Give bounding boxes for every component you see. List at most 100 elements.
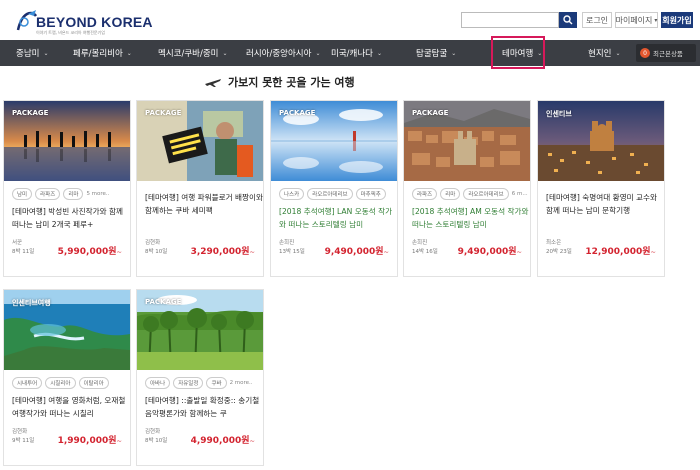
price-suffix: ~ [516,248,522,256]
product-image[interactable]: PACKAGE [404,101,530,181]
nav-item-mexico-cuba[interactable]: 멕시코/쿠바/중미 ⌄ [158,40,228,66]
product-image[interactable]: PACKAGE [137,101,263,181]
nav-item-latin-america[interactable]: 중남미 ⌄ [16,40,49,66]
nav-item-label: 탐굴탐굴 [416,49,448,59]
tag[interactable]: 아바나 [145,377,171,389]
product-badge: PACKAGE [145,109,182,117]
price-value: 9,490,000원 [457,247,517,257]
tag[interactable]: 자유일정 [173,377,204,389]
tag[interactable]: 리마 [63,188,84,200]
search-input[interactable] [461,12,559,28]
search-button[interactable] [559,12,577,28]
nav-item-label: 멕시코/쿠바/중미 [158,49,219,59]
product-title[interactable]: [테마여행] 여행 파워블로거 배짱이와 함께하는 쿠바 세미팩 [145,191,263,217]
product-image[interactable]: 인센티브 [538,101,664,181]
price-suffix: ~ [383,248,389,256]
nav-item-local[interactable]: 현지인 ⌄ [588,40,621,66]
chevron-down-icon: ⌄ [451,49,457,57]
price-value: 12,900,000원 [585,247,651,257]
logo-subtitle: 이야기 트랩, 비욘드 코리아 여행전문기업 [36,30,105,35]
product-agent: 김현화 [145,429,161,435]
tag[interactable]: 쿠바 [206,377,227,389]
price-value: 3,290,000원 [190,247,250,257]
product-agent: 서꾼 [12,240,23,246]
tag-more[interactable]: 2 more.. [230,380,253,386]
price-suffix: ~ [249,248,255,256]
section-title: 가보지 못한 곳을 가는 여행 [204,74,355,90]
product-image[interactable]: PACKAGE [137,290,263,370]
product-title[interactable]: [테마여행] ::출발일 확정중:: 송기철 음악평론가와 함께하는 쿠 [145,394,263,420]
tag[interactable]: 라오르아데리브 [463,188,509,200]
product-price: 3,290,000원~ [191,244,255,257]
chevron-down-icon: ⌄ [43,49,49,57]
tag[interactable]: 라오르아데리브 [307,188,353,200]
tag[interactable]: 나스카 [279,188,305,200]
product-badge: PACKAGE [12,109,49,117]
product-badge: PACKAGE [145,298,182,306]
price-suffix: ~ [650,248,656,256]
tag[interactable]: 라파즈 [35,188,61,200]
mypage-dropdown[interactable]: 마이페이지 ▾ [615,12,658,28]
tag-list: 아바나 자유일정 쿠바 2 more.. [145,377,261,389]
tag-list: 나스카 라오르아데리브 마추픽추 [279,188,395,200]
product-title[interactable]: [테마여행] 숙명여대 황영미 교수와 함께 떠나는 남미 문학기행 [546,191,664,217]
product-card[interactable]: PACKAGE 라파즈 리마 라오르아데리브 6 m... [2018 추석여행… [403,100,531,277]
product-badge: 인센티브 [546,110,572,118]
recent-products-button[interactable]: 0 최근본상품 [636,44,696,62]
nav-item-theme-travel[interactable]: 테마여행 ⌄ [502,40,542,66]
search-icon [563,15,573,25]
product-duration: 9박 11일 [12,438,35,444]
product-duration: 20박 23일 [546,249,572,255]
site-logo[interactable]: BEYOND KOREA 이야기 트랩, 비욘드 코리아 여행전문기업 [14,8,153,36]
tag[interactable]: 이탈리아 [78,377,109,389]
login-link[interactable]: 로그인 [582,12,612,28]
tag[interactable]: 남미 [12,188,33,200]
nav-item-peru-bolivia[interactable]: 페루/볼리비아 ⌄ [73,40,132,66]
product-card[interactable]: PACKAGE [테마여행] 여행 파워블로거 배짱이와 함께하는 쿠바 세미팩… [136,100,264,277]
tag-list: 시내투어 시칠리아 이탈리아 [12,377,128,389]
product-title[interactable]: [테마여행] 여행을 영화처럼, 오재철여행작가와 떠나는 시칠리 [12,394,130,420]
product-agent: 최소은 [546,240,562,246]
product-image[interactable]: 인센티브여행 [4,290,130,370]
tag[interactable]: 라파즈 [412,188,438,200]
product-card[interactable]: PACKAGE 아바나 자유일정 쿠바 2 more.. [테마여행] ::출발… [136,289,264,466]
product-card[interactable]: PACKAGE 남미 라파즈 리마 5 more.. [테마여행] 박성빈 사진… [3,100,131,277]
tag-more[interactable]: 5 more.. [86,191,109,197]
product-agent: 손희진 [279,240,295,246]
product-card[interactable]: 인센티브여행 시내투어 시칠리아 이탈리아 [테마여행] 여행을 영화처럼, 오… [3,289,131,466]
nav-item-label: 미국/캐나다 [331,49,373,59]
product-agent: 김현화 [12,429,28,435]
nav-item-label: 러시아/중앙아시아 [246,49,312,59]
nav-item-label: 현지인 [588,49,612,59]
product-duration: 8박 11일 [12,249,35,255]
nav-item-tamgul[interactable]: 탐굴탐굴 ⌄ [416,40,456,66]
product-badge: 인센티브여행 [12,299,51,307]
product-card[interactable]: PACKAGE 나스카 라오르아데리브 마추픽추 [2018 추석여행] LAN… [270,100,398,277]
chevron-down-icon: ▾ [654,16,658,24]
price-value: 1,990,000원 [57,436,117,446]
join-button[interactable]: 회원가입 [661,12,693,28]
nav-item-label: 중남미 [16,49,40,59]
product-image[interactable]: PACKAGE [271,101,397,181]
product-title[interactable]: [2018 추석여행] AM 오동석 작가와 떠나는 스토리텔링 남미 [412,205,530,231]
site-header: BEYOND KOREA 이야기 트랩, 비욘드 코리아 여행전문기업 로그인 … [0,0,700,40]
nav-item-label: 페루/볼리비아 [73,49,123,59]
tag[interactable]: 마추픽추 [355,188,386,200]
price-suffix: ~ [116,437,122,445]
product-badge: PACKAGE [412,109,449,117]
nav-item-russia[interactable]: 러시아/중앙아시아 ⌄ [246,40,320,66]
product-title[interactable]: [2018 추석여행] LAN 오동석 작가와 떠나는 스토리텔링 남미 [279,205,397,231]
chevron-down-icon: ⌄ [537,49,543,57]
product-title[interactable]: [테마여행] 박성빈 사진작가와 함께 떠나는 남미 2개국 페루+ [12,205,130,231]
product-card[interactable]: 인센티브 [테마여행] 숙명여대 황영미 교수와 함께 떠나는 남미 문학기행 … [537,100,665,277]
tag-more[interactable]: 6 m... [512,191,528,197]
tag[interactable]: 리마 [440,188,461,200]
product-price: 9,490,000원~ [325,244,389,257]
price-suffix: ~ [249,437,255,445]
price-value: 5,990,000원 [57,247,117,257]
product-image[interactable]: PACKAGE [4,101,130,181]
nav-item-usa-canada[interactable]: 미국/캐나다 ⌄ [331,40,382,66]
price-value: 4,990,000원 [190,436,250,446]
tag[interactable]: 시내투어 [12,377,43,389]
tag[interactable]: 시칠리아 [45,377,76,389]
